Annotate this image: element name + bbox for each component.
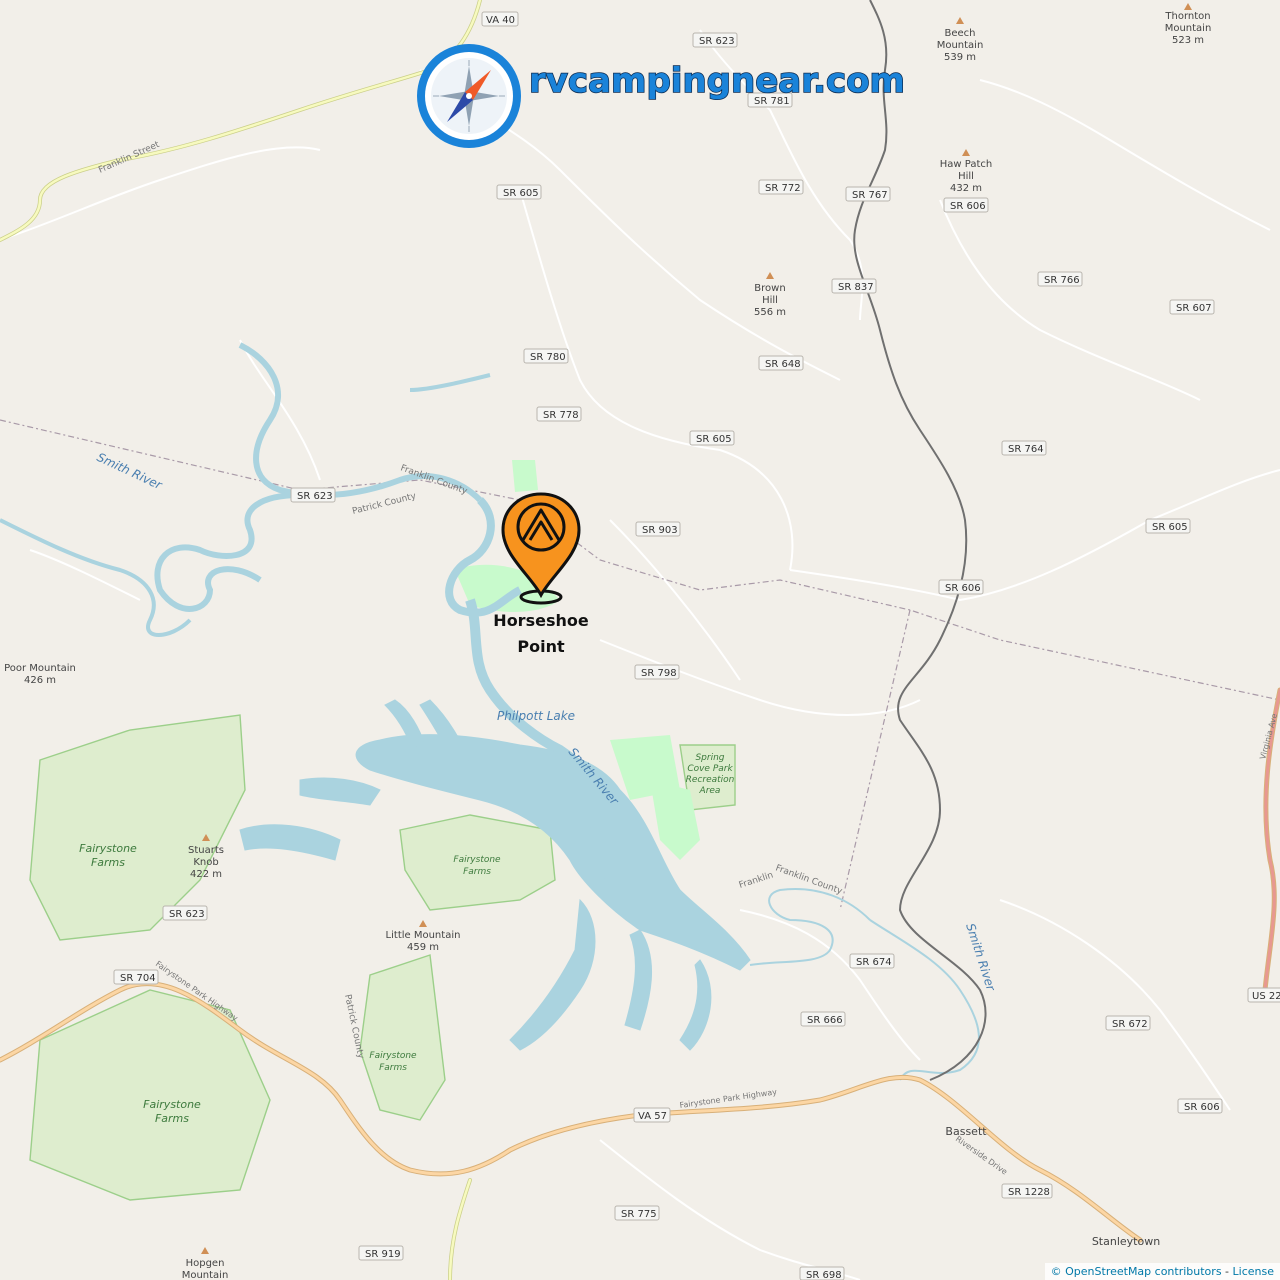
svg-text:SR 778: SR 778 [543, 410, 579, 421]
svg-text:SR 837: SR 837 [838, 282, 874, 293]
svg-text:Thornton: Thornton [1164, 11, 1210, 22]
svg-text:Area: Area [699, 786, 721, 796]
svg-text:422 m: 422 m [190, 869, 222, 880]
svg-text:SR 780: SR 780 [530, 352, 566, 363]
svg-text:432 m: 432 m [950, 183, 982, 194]
svg-text:SR 704: SR 704 [120, 973, 156, 984]
svg-text:Spring: Spring [695, 753, 724, 763]
attribution-separator: - [1221, 1265, 1233, 1278]
svg-text:SR 775: SR 775 [621, 1209, 657, 1220]
svg-text:Mountain: Mountain [1165, 23, 1212, 34]
svg-text:SR 606: SR 606 [950, 201, 986, 212]
svg-text:SR 606: SR 606 [945, 583, 981, 594]
svg-text:Haw Patch: Haw Patch [940, 159, 992, 170]
svg-text:SR 623: SR 623 [169, 909, 205, 920]
svg-text:Cove Park: Cove Park [687, 764, 733, 774]
svg-text:SR 698: SR 698 [806, 1270, 842, 1280]
svg-text:Fairystone: Fairystone [79, 842, 137, 855]
svg-text:SR 648: SR 648 [765, 359, 801, 370]
svg-text:Stuarts: Stuarts [188, 845, 224, 856]
svg-text:426 m: 426 m [24, 675, 56, 686]
poi-name-line2: Point [517, 637, 565, 656]
svg-text:Mountain: Mountain [937, 40, 984, 51]
poi-name-line1: Horseshoe [493, 611, 589, 630]
svg-text:Little Mountain: Little Mountain [386, 930, 461, 941]
svg-text:Beech: Beech [944, 28, 975, 39]
svg-text:SR 766: SR 766 [1044, 275, 1080, 286]
svg-text:SR 764: SR 764 [1008, 444, 1044, 455]
svg-text:SR 798: SR 798 [641, 668, 677, 679]
svg-text:SR 674: SR 674 [856, 957, 892, 968]
svg-text:SR 919: SR 919 [365, 1249, 401, 1260]
svg-text:SR 623: SR 623 [699, 36, 735, 47]
svg-text:SR 767: SR 767 [852, 190, 888, 201]
svg-text:Mountain: Mountain [182, 1270, 229, 1280]
svg-text:VA 57: VA 57 [638, 1111, 667, 1122]
brand-name: rvcampingnear.com [529, 61, 905, 101]
svg-text:SR 623: SR 623 [297, 491, 333, 502]
svg-text:Hill: Hill [958, 171, 974, 182]
svg-text:Knob: Knob [193, 857, 218, 868]
map-attribution: © OpenStreetMap contributors - License [1044, 1263, 1280, 1280]
svg-text:Philpott Lake: Philpott Lake [497, 709, 575, 723]
svg-text:VA 40: VA 40 [486, 15, 515, 26]
svg-text:Recreation: Recreation [686, 775, 735, 785]
svg-text:SR 1228: SR 1228 [1008, 1187, 1050, 1198]
svg-text:Hopgen: Hopgen [186, 1258, 225, 1269]
svg-text:539 m: 539 m [944, 52, 976, 63]
svg-text:SR 666: SR 666 [807, 1015, 843, 1026]
map-canvas[interactable]: VA 40 SR 623 SR 781 SR 605 SR 772 SR 767… [0, 0, 1280, 1280]
svg-text:Farms: Farms [463, 867, 491, 877]
svg-text:US 22: US 22 [1252, 991, 1280, 1002]
svg-text:Farms: Farms [155, 1112, 189, 1125]
compass-icon [417, 44, 521, 148]
svg-text:Farms: Farms [91, 856, 125, 869]
svg-text:SR 607: SR 607 [1176, 303, 1212, 314]
svg-text:SR 605: SR 605 [503, 188, 539, 199]
svg-text:523 m: 523 m [1172, 35, 1204, 46]
svg-text:SR 606: SR 606 [1184, 1102, 1220, 1113]
svg-text:Farms: Farms [379, 1063, 407, 1073]
svg-text:SR 672: SR 672 [1112, 1019, 1148, 1030]
svg-text:Poor Mountain: Poor Mountain [4, 663, 76, 674]
svg-text:Hill: Hill [762, 295, 778, 306]
svg-text:Brown: Brown [754, 283, 785, 294]
svg-text:SR 605: SR 605 [1152, 522, 1188, 533]
svg-text:SR 903: SR 903 [642, 525, 678, 536]
svg-text:Bassett: Bassett [945, 1125, 987, 1138]
svg-text:SR 605: SR 605 [696, 434, 732, 445]
svg-text:459 m: 459 m [407, 942, 439, 953]
svg-text:Fairystone: Fairystone [143, 1098, 201, 1111]
svg-text:556 m: 556 m [754, 307, 786, 318]
svg-text:SR 772: SR 772 [765, 183, 801, 194]
svg-text:Fairystone: Fairystone [453, 855, 501, 865]
svg-text:Fairystone: Fairystone [369, 1051, 417, 1061]
svg-text:Stanleytown: Stanleytown [1092, 1235, 1160, 1248]
osm-attribution-link[interactable]: © OpenStreetMap contributors [1051, 1265, 1222, 1278]
license-link[interactable]: License [1233, 1265, 1274, 1278]
